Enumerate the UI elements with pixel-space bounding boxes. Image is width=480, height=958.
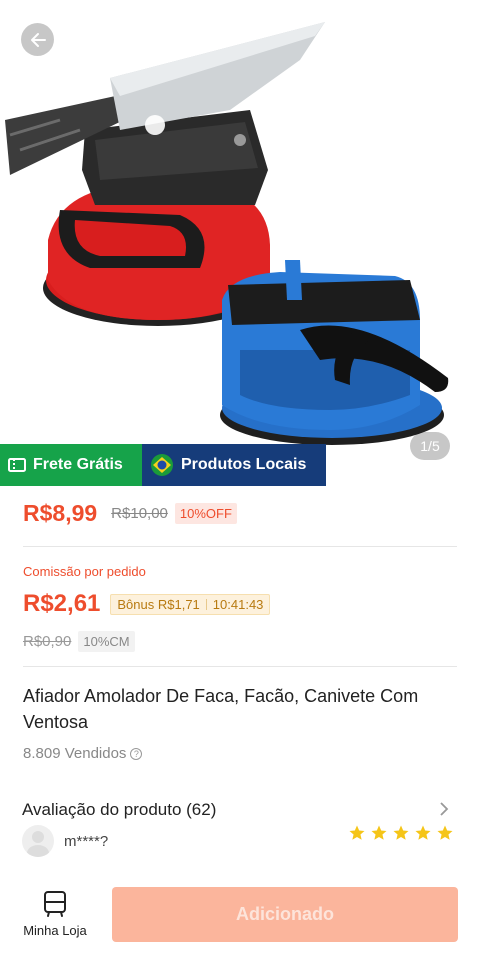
reviews-title[interactable]: Avaliação do produto (62) (22, 800, 216, 820)
arrow-left-icon (30, 32, 46, 47)
product-image-gallery[interactable]: 1/5 (0, 0, 480, 486)
commission-original: R$0,90 (23, 633, 72, 650)
divider (23, 546, 457, 547)
star-rating (348, 824, 454, 842)
star-icon (393, 825, 409, 840)
chevron-right-icon[interactable] (438, 800, 450, 823)
commission-original-row: R$0,90 10%CM (23, 631, 135, 652)
commission-row: R$2,61 Bônus R$1,71 10:41:43 (23, 590, 271, 618)
divider (23, 666, 457, 667)
star-icon (349, 825, 365, 840)
reviewer-name: m****? (64, 832, 109, 850)
ticket-icon (8, 458, 26, 472)
image-page-indicator: 1/5 (410, 432, 450, 460)
bonus-countdown: 10:41:43 (212, 596, 264, 612)
brazil-flag-icon (151, 454, 173, 476)
added-button[interactable]: Adicionado (112, 887, 458, 942)
star-icon (371, 825, 387, 840)
bonus-tag: Bônus R$1,71 10:41:43 (110, 593, 271, 615)
commission-label: Comissão por pedido (23, 564, 146, 579)
my-store-label: Minha Loja (23, 923, 87, 938)
bonus-separator (205, 598, 207, 610)
commission-rate-tag: 10%CM (78, 631, 135, 652)
star-icon (437, 825, 453, 840)
local-products-badge: Produtos Locais (142, 444, 326, 486)
back-button[interactable] (21, 23, 54, 56)
local-products-label: Produtos Locais (181, 456, 307, 473)
sold-count-text: 8.809 Vendidos (23, 745, 127, 762)
bonus-amount: Bônus R$1,71 (117, 596, 200, 612)
star-icon (415, 825, 431, 840)
product-title: Afiador Amolador De Faca, Facão, Canivet… (23, 686, 419, 732)
question-icon[interactable]: ? (130, 747, 143, 760)
free-shipping-label: Frete Grátis (33, 456, 123, 473)
review-item: m****? (22, 825, 108, 857)
commission-value: R$2,61 (23, 590, 101, 617)
avatar (22, 825, 54, 857)
original-price: R$10,00 (111, 505, 168, 522)
current-price: R$8,99 (23, 500, 98, 526)
shipping-badges: Frete Grátis Produtos Locais (0, 444, 326, 486)
store-icon (44, 891, 66, 917)
sold-count: 8.809 Vendidos ? (23, 745, 143, 762)
product-image (5, 22, 449, 445)
my-store-button[interactable]: Minha Loja (17, 890, 93, 938)
bottom-action-bar: Minha Loja Adicionado (0, 878, 480, 958)
discount-badge: 10%OFF (174, 503, 237, 524)
price-row: R$8,99 R$10,00 10%OFF (23, 500, 237, 527)
free-shipping-badge: Frete Grátis (0, 444, 142, 486)
